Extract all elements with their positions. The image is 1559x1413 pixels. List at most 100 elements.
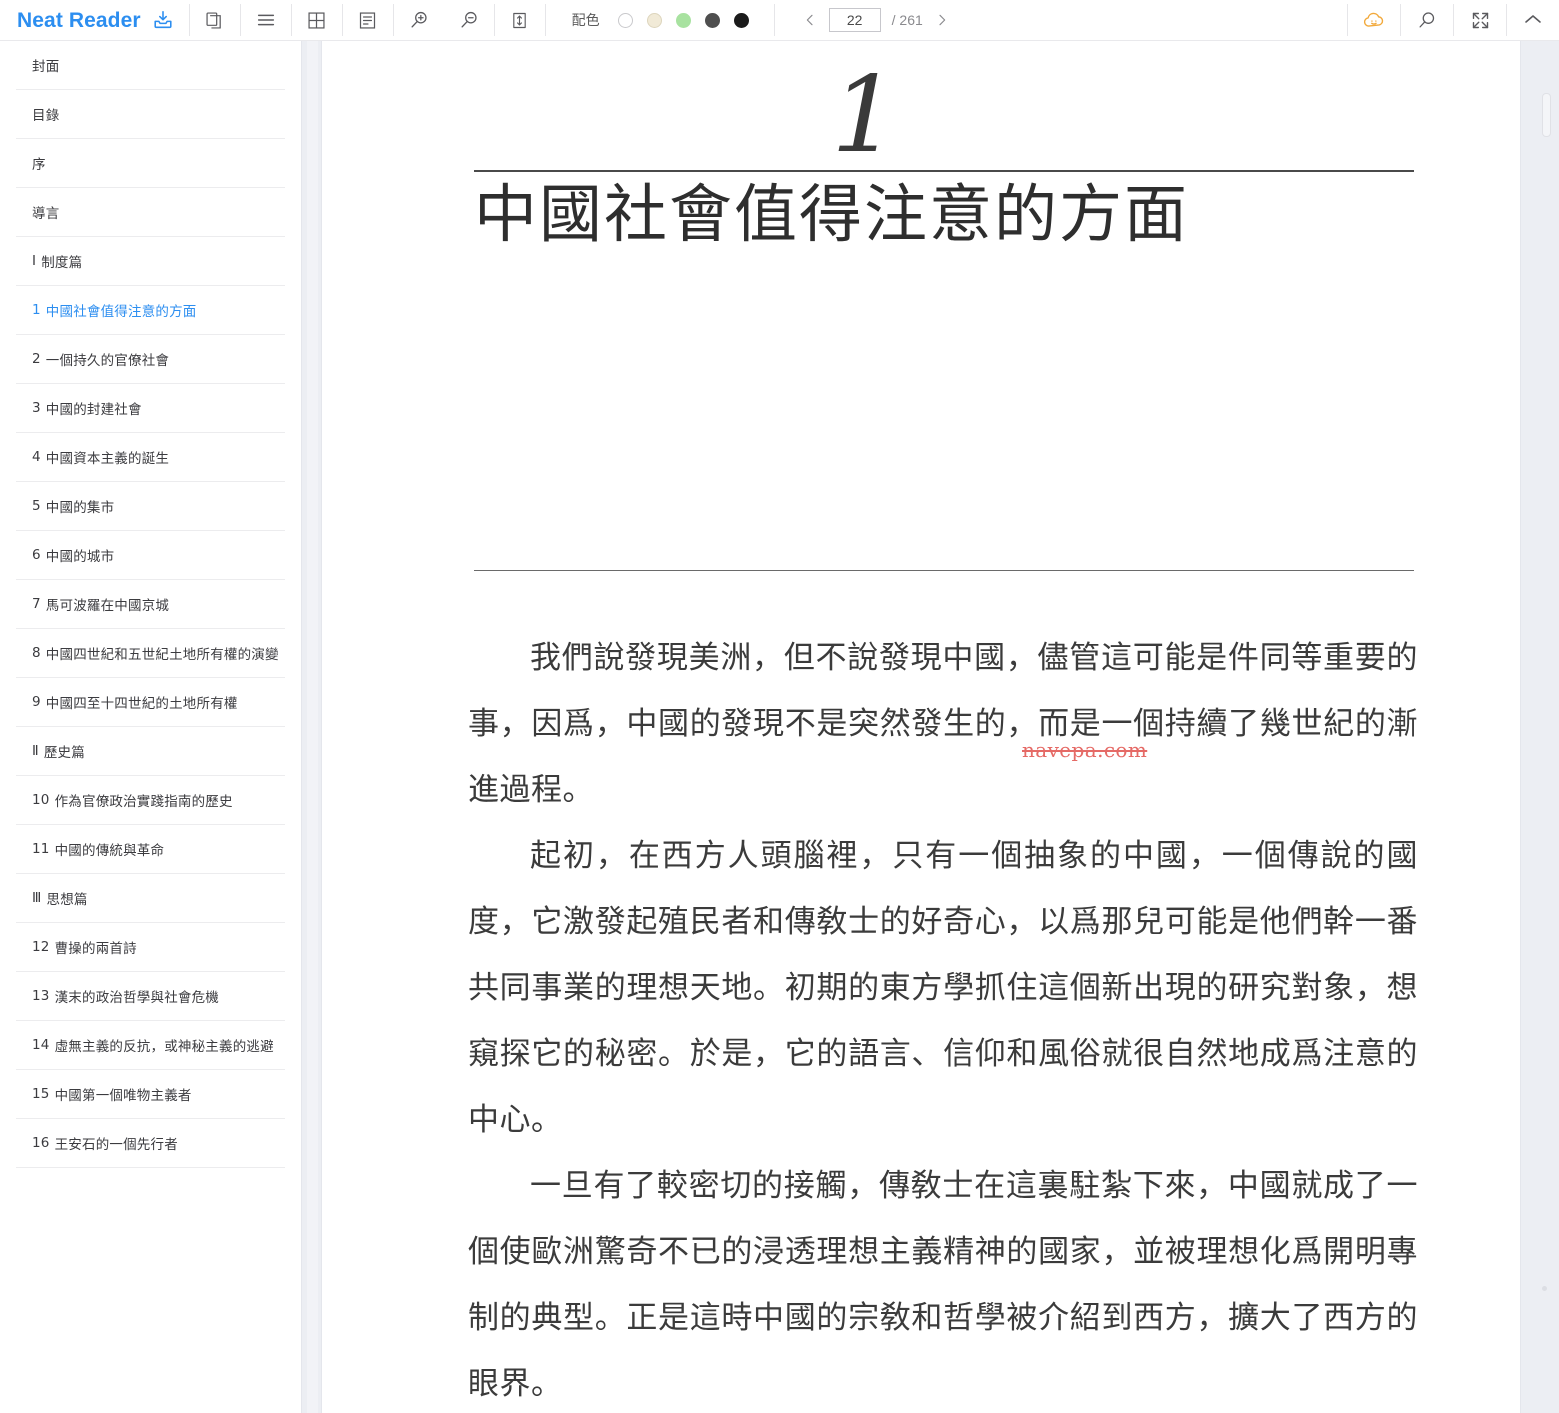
sidebar-item-14[interactable]: Ⅱ 歷史篇 [16,727,285,776]
scrollbar-thumb[interactable] [1542,93,1551,137]
sidebar-item-number: 7 [32,596,41,612]
sidebar-item-number: 9 [32,694,41,710]
sidebar-item-2[interactable]: 序 [16,139,285,188]
sidebar-item-3[interactable]: 導言 [16,188,285,237]
sidebar-item-7[interactable]: 3 中國的封建社會 [16,384,285,433]
scheme-white[interactable] [617,12,633,28]
sidebar-item-number: 3 [32,400,41,416]
sidebar-item-number: Ⅱ [32,743,39,759]
sidebar-item-9[interactable]: 5 中國的集市 [16,482,285,531]
sidebar-item-label: 中國資本主義的誕生 [45,451,170,467]
sidebar-item-number: 16 [32,1135,50,1151]
sidebar-item-label: 中國社會值得注意的方面 [45,304,197,320]
sidebar-item-number: 6 [32,547,41,563]
sidebar-item-label: 中國四至十四世紀的土地所有權 [45,696,238,712]
sidebar-item-17[interactable]: Ⅲ 思想篇 [16,874,285,923]
sidebar-item-6[interactable]: 2 一個持久的官僚社會 [16,335,285,384]
sidebar-item-0[interactable]: 封面 [16,41,285,90]
sidebar-item-label: 虛無主義的反抗，或神秘主義的逃避 [54,1039,274,1055]
sidebar-item-label: 歷史篇 [43,745,85,761]
sidebar-item-label: 一個持久的官僚社會 [45,353,170,369]
toc-sidebar[interactable]: 封面 目錄序導言 Ⅰ 制度篇 1 中國社會值得注意的方面 2 一個持久的官僚社會 3 中國的封建社… [0,41,301,1413]
search-icon[interactable] [1401,0,1453,40]
sidebar-item-number: 14 [32,1037,50,1053]
cloud-sync-icon[interactable] [1348,0,1400,40]
fit-height-icon[interactable] [495,0,545,40]
sidebar-item-number: 10 [32,792,50,808]
sidebar-item-label: 導言 [32,206,60,222]
sidebar-item-number: Ⅲ [32,890,42,906]
sidebar-item-10[interactable]: 6 中國的城市 [16,531,285,580]
sidebar-item-label: 作為官僚政治實踐指南的歷史 [54,794,233,810]
sidebar-item-label: 中國四世紀和五世紀土地所有權的演變 [45,647,279,663]
sidebar-item-number: Ⅰ [32,253,37,269]
sidebar-item-18[interactable]: 12 曹操的兩首詩 [16,923,285,972]
body-paragraph: 起初，在西方人頭腦裡，只有一個抽象的中國，一個傳說的國度，它激發起殖民者和傳敎士… [468,838,1418,1138]
sidebar-item-8[interactable]: 4 中國資本主義的誕生 [16,433,285,482]
sidebar-item-11[interactable]: 7 馬可波羅在中國京城 [16,580,285,629]
notes-icon[interactable] [343,0,393,40]
sidebar-item-1[interactable]: 目錄 [16,90,285,139]
chapter-title: 中國社會值得注意的方面 [474,178,1189,251]
body-separator-rule [474,570,1414,571]
body-paragraph: 我們說發現美洲，但不說發現中國，儘管這可能是件同等重要的事，因爲，中國的發現不是… [468,640,1418,808]
fullscreen-icon[interactable] [1454,0,1506,40]
pager: / 261 [775,0,971,40]
rail-dot [1542,1286,1547,1291]
sidebar-item-label: 曹操的兩首詩 [54,941,137,957]
sidebar-item-4[interactable]: Ⅰ 制度篇 [16,237,285,286]
scheme-sepia[interactable] [646,12,662,28]
sidebar-item-16[interactable]: 11 中國的傳統與革命 [16,825,285,874]
next-page-button[interactable] [929,7,955,33]
zoom-in-icon[interactable] [394,0,444,40]
sidebar-item-label: 馬可波羅在中國京城 [45,598,170,614]
sidebar-item-number: 1 [32,302,41,318]
sidebar-item-13[interactable]: 9 中國四至十四世紀的土地所有權 [16,678,285,727]
prev-page-button[interactable] [797,7,823,33]
right-scroll-rail[interactable] [1520,41,1559,1413]
collapse-toolbar-icon[interactable] [1507,0,1559,40]
sidebar-item-22[interactable]: 16 王安石的一個先行者 [16,1119,285,1168]
sidebar-item-number: 13 [32,988,50,1004]
sidebar-item-number: 12 [32,939,50,955]
sidebar-reader-divider [301,41,322,1413]
sidebar-item-label: 封面 [32,59,60,75]
top-toolbar: Neat Reader 配色 22 / 261 [0,0,1559,41]
sidebar-item-label: 王安石的一個先行者 [54,1137,178,1153]
sidebar-item-label: 制度篇 [41,255,83,271]
sidebar-item-5[interactable]: 1 中國社會值得注意的方面 [16,286,285,335]
sidebar-item-number: 2 [32,351,41,367]
sidebar-item-19[interactable]: 13 漢末的政治哲學與社會危機 [16,972,285,1021]
sidebar-item-15[interactable]: 10 作為官僚政治實踐指南的歷史 [16,776,285,825]
sidebar-item-label: 思想篇 [46,892,88,908]
sidebar-item-21[interactable]: 15 中國第一個唯物主義者 [16,1070,285,1119]
dual-page-icon[interactable] [190,0,240,40]
list-view-icon[interactable] [241,0,291,40]
download-icon[interactable] [152,9,174,31]
book-page: 1 中國社會值得注意的方面 我們說發現美洲，但不說發現中國，儘管這可能是件同等重… [322,41,1520,1413]
color-scheme-label: 配色 [571,13,600,29]
toolbar-right-group [1347,0,1559,40]
sidebar-item-label: 漢末的政治哲學與社會危機 [54,990,219,1006]
color-scheme-group: 配色 [546,0,774,40]
sidebar-item-number: 11 [32,841,50,857]
sidebar-item-label: 中國第一個唯物主義者 [54,1088,192,1104]
zoom-out-icon[interactable] [444,0,494,40]
reader-viewport[interactable]: 1 中國社會值得注意的方面 我們說發現美洲，但不說發現中國，儘管這可能是件同等重… [322,41,1520,1413]
page-number-input[interactable] [828,8,881,32]
sidebar-item-20[interactable]: 14 虛無主義的反抗，或神秘主義的逃避 [16,1021,285,1070]
sidebar-item-number: 5 [32,498,41,514]
sidebar-item-label: 序 [32,157,46,173]
scheme-dark-gray[interactable] [704,12,720,28]
sidebar-item-label: 目錄 [32,108,60,124]
sidebar-item-number: 4 [32,449,41,465]
scheme-green[interactable] [675,12,691,28]
chapter-heading: 1 中國社會值得注意的方面 [474,63,1414,251]
sidebar-item-12[interactable]: 8 中國四世紀和五世紀土地所有權的演變 [16,629,285,678]
scheme-black[interactable] [733,12,749,28]
grid-view-icon[interactable] [292,0,342,40]
chapter-number: 1 [831,54,898,176]
app-title: Neat Reader [17,8,141,32]
brand: Neat Reader [0,0,189,40]
